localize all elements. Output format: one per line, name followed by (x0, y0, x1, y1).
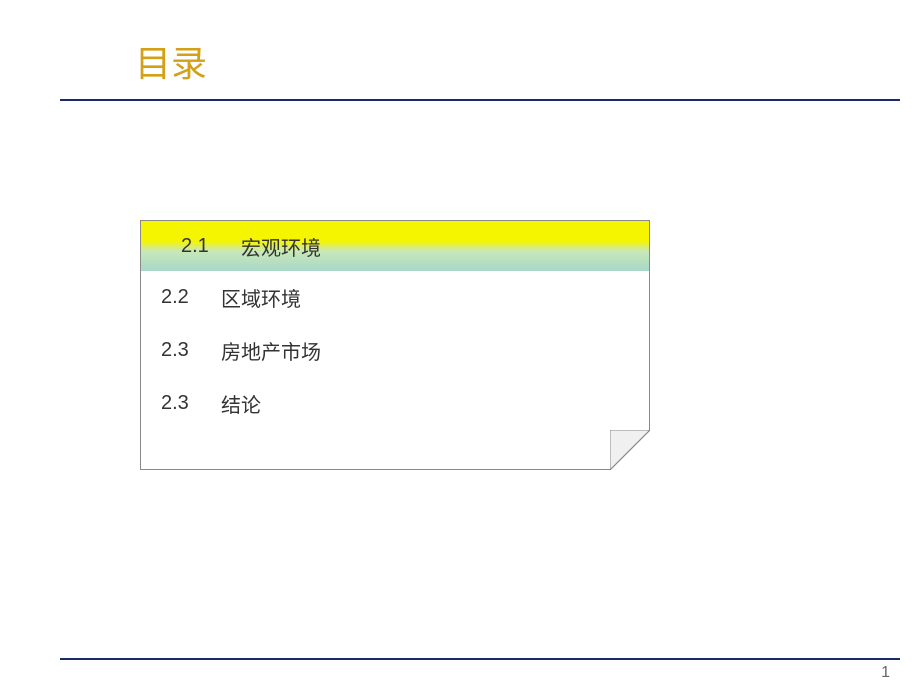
page-title: 目录 (135, 35, 920, 87)
toc-text: 宏观环境 (241, 232, 321, 261)
title-underline (60, 99, 900, 101)
bottom-underline (60, 658, 900, 660)
fold-corner-icon (610, 430, 650, 470)
toc-text: 房地产市场 (221, 336, 321, 365)
toc-item-2: 2.2 区域环境 (141, 271, 649, 324)
toc-item-3: 2.3 房地产市场 (141, 324, 649, 377)
toc-box: 2.1 宏观环境 2.2 区域环境 2.3 房地产市场 2.3 结论 (140, 220, 650, 470)
toc-number: 2.1 (181, 235, 231, 258)
toc-number: 2.2 (161, 286, 211, 309)
toc-text: 结论 (221, 389, 261, 418)
slide-container: 目录 2.1 宏观环境 2.2 区域环境 2.3 房地产市场 2.3 结论 (0, 0, 920, 690)
toc-text: 区域环境 (221, 283, 301, 312)
toc-highlight-bar: 2.1 宏观环境 (141, 221, 649, 271)
toc-item-4: 2.3 结论 (141, 377, 649, 430)
toc-item-1: 2.1 宏观环境 (161, 221, 341, 271)
page-number: 1 (881, 664, 890, 682)
toc-number: 2.3 (161, 339, 211, 362)
toc-number: 2.3 (161, 392, 211, 415)
